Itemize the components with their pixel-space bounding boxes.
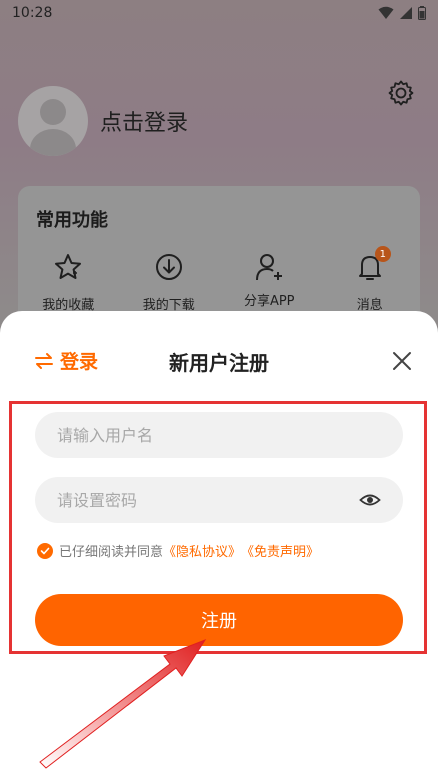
bell-icon-wrap: 1 xyxy=(355,246,391,282)
message-badge: 1 xyxy=(374,246,391,262)
star-icon xyxy=(55,254,82,279)
func-downloads[interactable]: 我的下载 xyxy=(119,252,220,313)
register-sheet: 登录 新用户注册 已仔细阅读并同意 《隐私协议》 《免责声明》 注册 xyxy=(0,311,438,779)
battery-icon xyxy=(418,6,426,20)
agreement-checkbox[interactable] xyxy=(37,542,53,559)
agreement-row: 已仔细阅读并同意 《隐私协议》 《免责声明》 xyxy=(37,541,319,560)
avatar[interactable] xyxy=(18,86,88,156)
sheet-title: 新用户注册 xyxy=(169,351,269,375)
status-bar: 10:28 xyxy=(0,0,438,26)
agreement-text: 已仔细阅读并同意 xyxy=(59,545,164,560)
password-input[interactable] xyxy=(57,490,359,510)
close-icon[interactable] xyxy=(391,350,413,372)
wifi-icon xyxy=(378,6,394,19)
func-messages[interactable]: 1 消息 xyxy=(320,246,421,313)
disclaimer-link[interactable]: 《免责声明》 xyxy=(241,541,319,560)
profile-area[interactable]: 点击登录 xyxy=(18,86,188,156)
login-prompt[interactable]: 点击登录 xyxy=(100,105,188,137)
gear-icon[interactable] xyxy=(387,79,415,107)
status-icons xyxy=(378,6,426,20)
download-icon xyxy=(155,254,182,280)
func-favorites[interactable]: 我的收藏 xyxy=(18,252,119,313)
username-field xyxy=(35,412,403,458)
username-input[interactable] xyxy=(57,425,381,445)
func-share-app[interactable]: 分享APP xyxy=(219,252,320,313)
sheet-header: 登录 新用户注册 xyxy=(0,347,438,377)
signal-icon xyxy=(400,7,412,19)
eye-icon[interactable] xyxy=(359,489,381,511)
check-icon xyxy=(40,547,50,554)
password-field xyxy=(35,477,403,523)
add-user-icon xyxy=(256,254,283,281)
privacy-policy-link[interactable]: 《隐私协议》 xyxy=(163,541,241,560)
func-label: 分享APP xyxy=(243,294,295,309)
register-button[interactable]: 注册 xyxy=(35,594,403,646)
status-time: 10:28 xyxy=(12,5,53,21)
common-functions-title: 常用功能 xyxy=(36,210,108,231)
